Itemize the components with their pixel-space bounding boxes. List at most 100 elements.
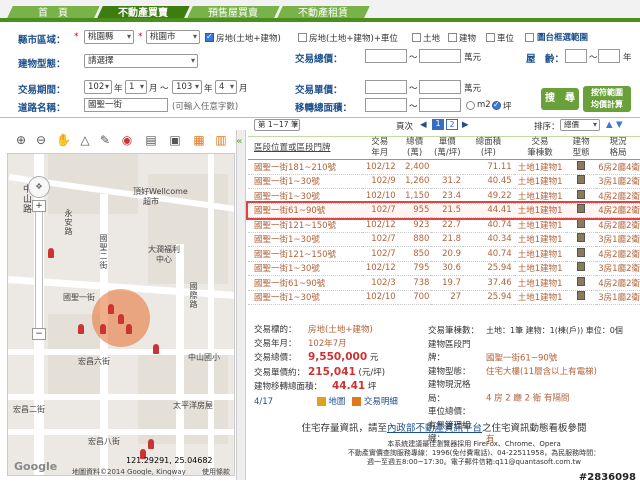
sync-map-label: 圖台框選範圍 (537, 33, 589, 43)
building-type-label: 建物型態： (18, 59, 66, 70)
zoom-out-control[interactable]: − (32, 328, 46, 340)
page-range-select[interactable]: 第 1~17 筆 (254, 119, 300, 131)
print-icon[interactable]: ▣ (168, 133, 182, 147)
to-month-select[interactable]: 4 (215, 80, 237, 94)
building-type-cell (566, 174, 596, 189)
table-row[interactable]: 國聖一街61~90號 102/3 738 19.7 37.46 土地1建物1 4房2廳2衛 (248, 276, 640, 290)
column-header-line1: 總面積 (475, 137, 502, 147)
type-checkbox-parking[interactable] (486, 33, 495, 42)
district-select[interactable]: 桃園市 (146, 30, 200, 44)
map-link[interactable]: 地圖 (328, 397, 345, 407)
building-icon[interactable] (577, 175, 586, 185)
map-pin[interactable] (118, 314, 124, 324)
table-row[interactable]: 國聖一街1~30號 102/10 1,150 23.4 49.22 土地1建物1 4房2廳2… (248, 189, 640, 203)
map-zoom-slider[interactable] (35, 202, 43, 332)
map-pin[interactable] (153, 344, 159, 354)
unit-price-max[interactable] (419, 80, 461, 94)
cell-addr: 國聖一街1~30號 (254, 235, 320, 246)
column-header: 交易 年月 (362, 137, 398, 160)
building-icon[interactable] (577, 204, 586, 214)
unit-price-min[interactable] (365, 80, 407, 94)
pan-hand-icon[interactable]: ✋ (56, 133, 71, 147)
table-row[interactable]: 國聖一街1~30號 102/10 700 27 25.94 土地1建物1 3房1廳2衛 (248, 290, 640, 305)
map-pan-control[interactable]: ✥ (28, 176, 50, 198)
type-checkbox-house-parking[interactable] (298, 33, 307, 42)
info-icon[interactable]: ▥ (214, 133, 228, 147)
sync-map-checkbox[interactable] (525, 33, 534, 42)
map-icon[interactable] (316, 396, 326, 406)
map-pin[interactable] (126, 324, 132, 334)
map[interactable]: 中山路 國聖一街 國際路 宏昌六街 宏昌八街 宏昌二街 國聖二街 永安路 頂好W… (7, 153, 235, 476)
type-checkbox-house-land[interactable] (205, 32, 214, 42)
zoom-out-icon[interactable]: ⊖ (34, 133, 48, 147)
sort-direction-icon[interactable]: ▼ (616, 120, 623, 130)
area-max[interactable] (419, 98, 461, 112)
zoom-in-icon[interactable]: ⊕ (14, 133, 28, 147)
detail-link[interactable]: 交易明細 (364, 397, 398, 407)
building-icon[interactable] (577, 262, 586, 272)
building-icon[interactable] (577, 160, 586, 170)
poi-label: 頂好Wellcome (133, 187, 188, 196)
page-2[interactable]: 2 (446, 119, 458, 130)
sort-direction-icon[interactable]: ▲ (606, 120, 613, 130)
column-header-line1: 總價 (406, 137, 424, 147)
total-price-max[interactable] (419, 49, 461, 63)
to-year-select[interactable]: 103 (172, 80, 202, 94)
grid-icon[interactable]: ▦ (192, 133, 206, 147)
building-icon[interactable] (577, 276, 586, 286)
type-checkbox-building[interactable] (448, 33, 457, 42)
map-pin[interactable] (78, 324, 84, 334)
zoom-in-control[interactable]: + (32, 200, 46, 212)
table-row[interactable]: 國聖一街1~30號 102/12 795 30.6 25.94 土地1建物1 3房1廳2衛 (248, 261, 640, 276)
map-pin[interactable] (100, 324, 106, 334)
building-type-select[interactable]: 請選擇 (84, 54, 198, 68)
unit-m2-radio[interactable] (466, 101, 475, 110)
building-icon[interactable] (577, 218, 586, 228)
detail-icon[interactable] (352, 396, 362, 406)
age-min[interactable] (565, 49, 587, 63)
road-input[interactable]: 國聖一街 (84, 98, 168, 112)
locate-icon[interactable]: ◉ (120, 133, 134, 147)
city-select[interactable]: 桃園縣 (84, 30, 134, 44)
table-row[interactable]: 國聖一街1~30號 102/7 880 21.8 40.34 土地1建物1 3房1廳2衛 (248, 232, 640, 247)
draw-icon[interactable]: ✎ (98, 133, 112, 147)
cell-deal: 土地1建物1 (517, 264, 563, 275)
type-label: 房地(土地+建物)+車位 (309, 34, 398, 44)
map-pin[interactable] (48, 248, 54, 258)
type-checkbox-land[interactable] (412, 33, 421, 42)
next-page-icon[interactable]: ▶ (462, 120, 469, 130)
page-1[interactable]: 1 (432, 119, 444, 130)
building-icon[interactable] (577, 189, 586, 199)
map-pin[interactable] (148, 439, 154, 449)
table-row[interactable]: 國聖一街181~210號 102/12 2,400 71.11 土地1建物1 6房2廳4衛 (248, 160, 640, 175)
table-row[interactable]: 國聖一街121~150號 102/7 850 20.9 40.74 土地1建物1 4房2廳2… (248, 247, 640, 261)
sort-select[interactable]: 總價 (560, 119, 600, 131)
building-icon[interactable] (577, 247, 586, 257)
table-row[interactable]: 國聖一街61~90號 102/7 955 21.5 44.41 土地1建物1 4房2廳2衛 (246, 201, 640, 220)
unit-ping-radio[interactable] (492, 100, 501, 110)
year-unit: 年 (204, 84, 213, 94)
collapse-icon[interactable]: « (236, 136, 246, 148)
cell-unit (431, 160, 463, 175)
building-icon[interactable] (577, 291, 586, 301)
total-price-min[interactable] (365, 49, 407, 63)
map-pin[interactable] (108, 304, 114, 314)
footer-link[interactable]: 內政部不動產資訊平台 (387, 423, 482, 434)
from-month-select[interactable]: 1 (125, 80, 147, 94)
cell-unit: 21.5 (442, 205, 462, 216)
area-min[interactable] (365, 98, 407, 112)
building-icon[interactable] (577, 233, 586, 243)
table-row[interactable]: 國聖一街1~30號 102/9 1,260 31.2 40.45 土地1建物1 3房1廳2衛 (248, 174, 640, 189)
search-button[interactable]: 搜 尋 (541, 88, 579, 110)
avg-price-button[interactable]: 按符範圍 均價計算 (583, 86, 631, 112)
age-max[interactable] (598, 49, 620, 63)
layer-icon[interactable]: ▤ (144, 133, 158, 147)
detail-value: 9,550,000 (308, 351, 368, 363)
map-terms-link[interactable]: 使用條款 (202, 467, 230, 475)
measure-icon[interactable]: △ (78, 133, 92, 147)
detail-type-row: 建物型態： 住宅大樓(11層含以上有電梯) (428, 366, 640, 380)
prev-page-icon[interactable]: ◀ (420, 120, 427, 130)
table-row[interactable]: 國聖一街121~150號 102/12 923 22.7 40.74 土地1建物1 4房2廳… (248, 218, 640, 232)
from-year-select[interactable]: 102 (84, 80, 112, 94)
panel-divider[interactable]: « (236, 130, 246, 480)
